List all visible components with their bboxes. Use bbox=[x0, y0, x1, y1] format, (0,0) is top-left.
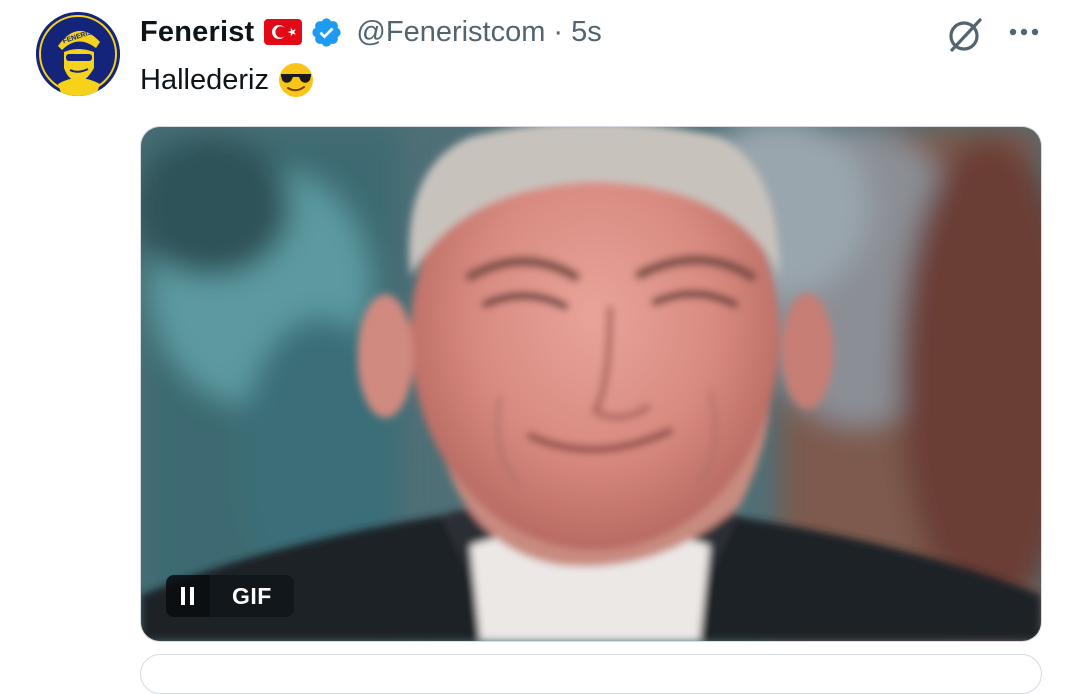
tweet-text: Hallederiz bbox=[140, 60, 315, 100]
gif-badge: GIF bbox=[232, 582, 272, 609]
fenerist-logo-icon: FENERIST bbox=[36, 12, 120, 96]
next-card-edge bbox=[140, 654, 1042, 694]
author-display-name[interactable]: Fenerist bbox=[140, 16, 254, 49]
avatar[interactable]: FENERIST bbox=[36, 12, 120, 96]
grok-icon bbox=[949, 18, 982, 52]
grok-button[interactable] bbox=[944, 14, 988, 54]
timestamp[interactable]: 5s bbox=[571, 16, 602, 49]
verified-badge-icon[interactable] bbox=[310, 16, 343, 49]
author-handle[interactable]: @Feneristcom bbox=[356, 16, 545, 49]
pause-icon bbox=[181, 587, 194, 605]
gif-controls: GIF bbox=[166, 575, 294, 617]
gif-frame-image bbox=[141, 127, 1041, 641]
more-options-button[interactable] bbox=[1003, 16, 1047, 52]
tweet-text-content: Hallederiz bbox=[140, 63, 269, 96]
sunglasses-face-emoji bbox=[277, 61, 315, 99]
more-dots-icon bbox=[1009, 28, 1039, 36]
tweet-header: Fenerist @Feneristcom · 5s bbox=[140, 14, 602, 50]
separator-dot: · bbox=[553, 15, 564, 48]
pause-button[interactable] bbox=[166, 575, 210, 617]
turkey-flag-icon bbox=[264, 19, 303, 45]
gif-media[interactable]: GIF bbox=[140, 126, 1042, 642]
